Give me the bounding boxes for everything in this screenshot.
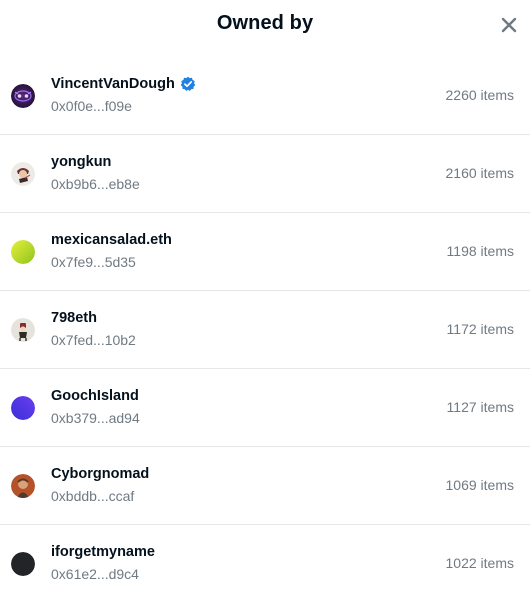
owner-row[interactable]: Cyborgnomad 0xbddb...ccaf 1069 items [0, 447, 530, 525]
owner-name[interactable]: iforgetmyname [51, 544, 155, 560]
item-count: 1198 items [446, 243, 514, 259]
owner-address: 0x7fe9...5d35 [51, 254, 136, 270]
portrait-avatar-icon[interactable] [11, 474, 35, 498]
dark-purple-avatar-icon[interactable] [11, 84, 35, 108]
owner-address: 0xbddb...ccaf [51, 488, 135, 504]
item-count: 2160 items [445, 165, 514, 181]
owner-address: 0x0f0e...f09e [51, 98, 132, 114]
verified-badge-icon [180, 76, 196, 91]
owner-address: 0xb379...ad94 [51, 410, 140, 426]
item-count: 2260 items [445, 87, 514, 103]
owner-name[interactable]: Cyborgnomad [51, 466, 149, 482]
black-avatar-icon[interactable] [11, 552, 35, 576]
owner-name[interactable]: 798eth [51, 310, 97, 326]
owners-list: VincentVanDough 0x0f0e...f09e 2260 items [0, 57, 530, 599]
close-button[interactable] [498, 14, 520, 36]
owner-name[interactable]: yongkun [51, 154, 111, 170]
close-icon [501, 17, 517, 33]
owner-row[interactable]: iforgetmyname 0x61e2...d9c4 1022 items [0, 525, 530, 599]
figure-avatar-icon[interactable] [11, 318, 35, 342]
item-count: 1069 items [445, 477, 514, 493]
dialog-title: Owned by [216, 12, 314, 34]
item-count: 1172 items [446, 321, 514, 337]
owner-row[interactable]: GoochIsland 0xb379...ad94 1127 items [0, 369, 530, 447]
dialog-header: Owned by [0, 0, 530, 56]
yellow-green-gradient-avatar-icon[interactable] [11, 240, 35, 264]
owner-name[interactable]: mexicansalad.eth [51, 232, 172, 248]
owner-row[interactable]: VincentVanDough 0x0f0e...f09e 2260 items [0, 57, 530, 135]
item-count: 1022 items [445, 555, 514, 571]
owner-row[interactable]: mexicansalad.eth 0x7fe9...5d35 1198 item… [0, 213, 530, 291]
owner-row[interactable]: 798eth 0x7fed...10b2 1172 items [0, 291, 530, 369]
owned-by-dialog: Owned by VincentVanDough 0x0f0e...f09e 2… [0, 0, 530, 599]
owner-address: 0x7fed...10b2 [51, 332, 136, 348]
owner-name[interactable]: GoochIsland [51, 388, 139, 404]
owner-address: 0x61e2...d9c4 [51, 566, 139, 582]
owner-name[interactable]: VincentVanDough [51, 76, 175, 92]
owner-address: 0xb9b6...eb8e [51, 176, 140, 192]
blue-purple-gradient-avatar-icon[interactable] [11, 396, 35, 420]
item-count: 1127 items [446, 399, 514, 415]
character-avatar-icon[interactable] [11, 162, 35, 186]
owner-row[interactable]: yongkun 0xb9b6...eb8e 2160 items [0, 135, 530, 213]
